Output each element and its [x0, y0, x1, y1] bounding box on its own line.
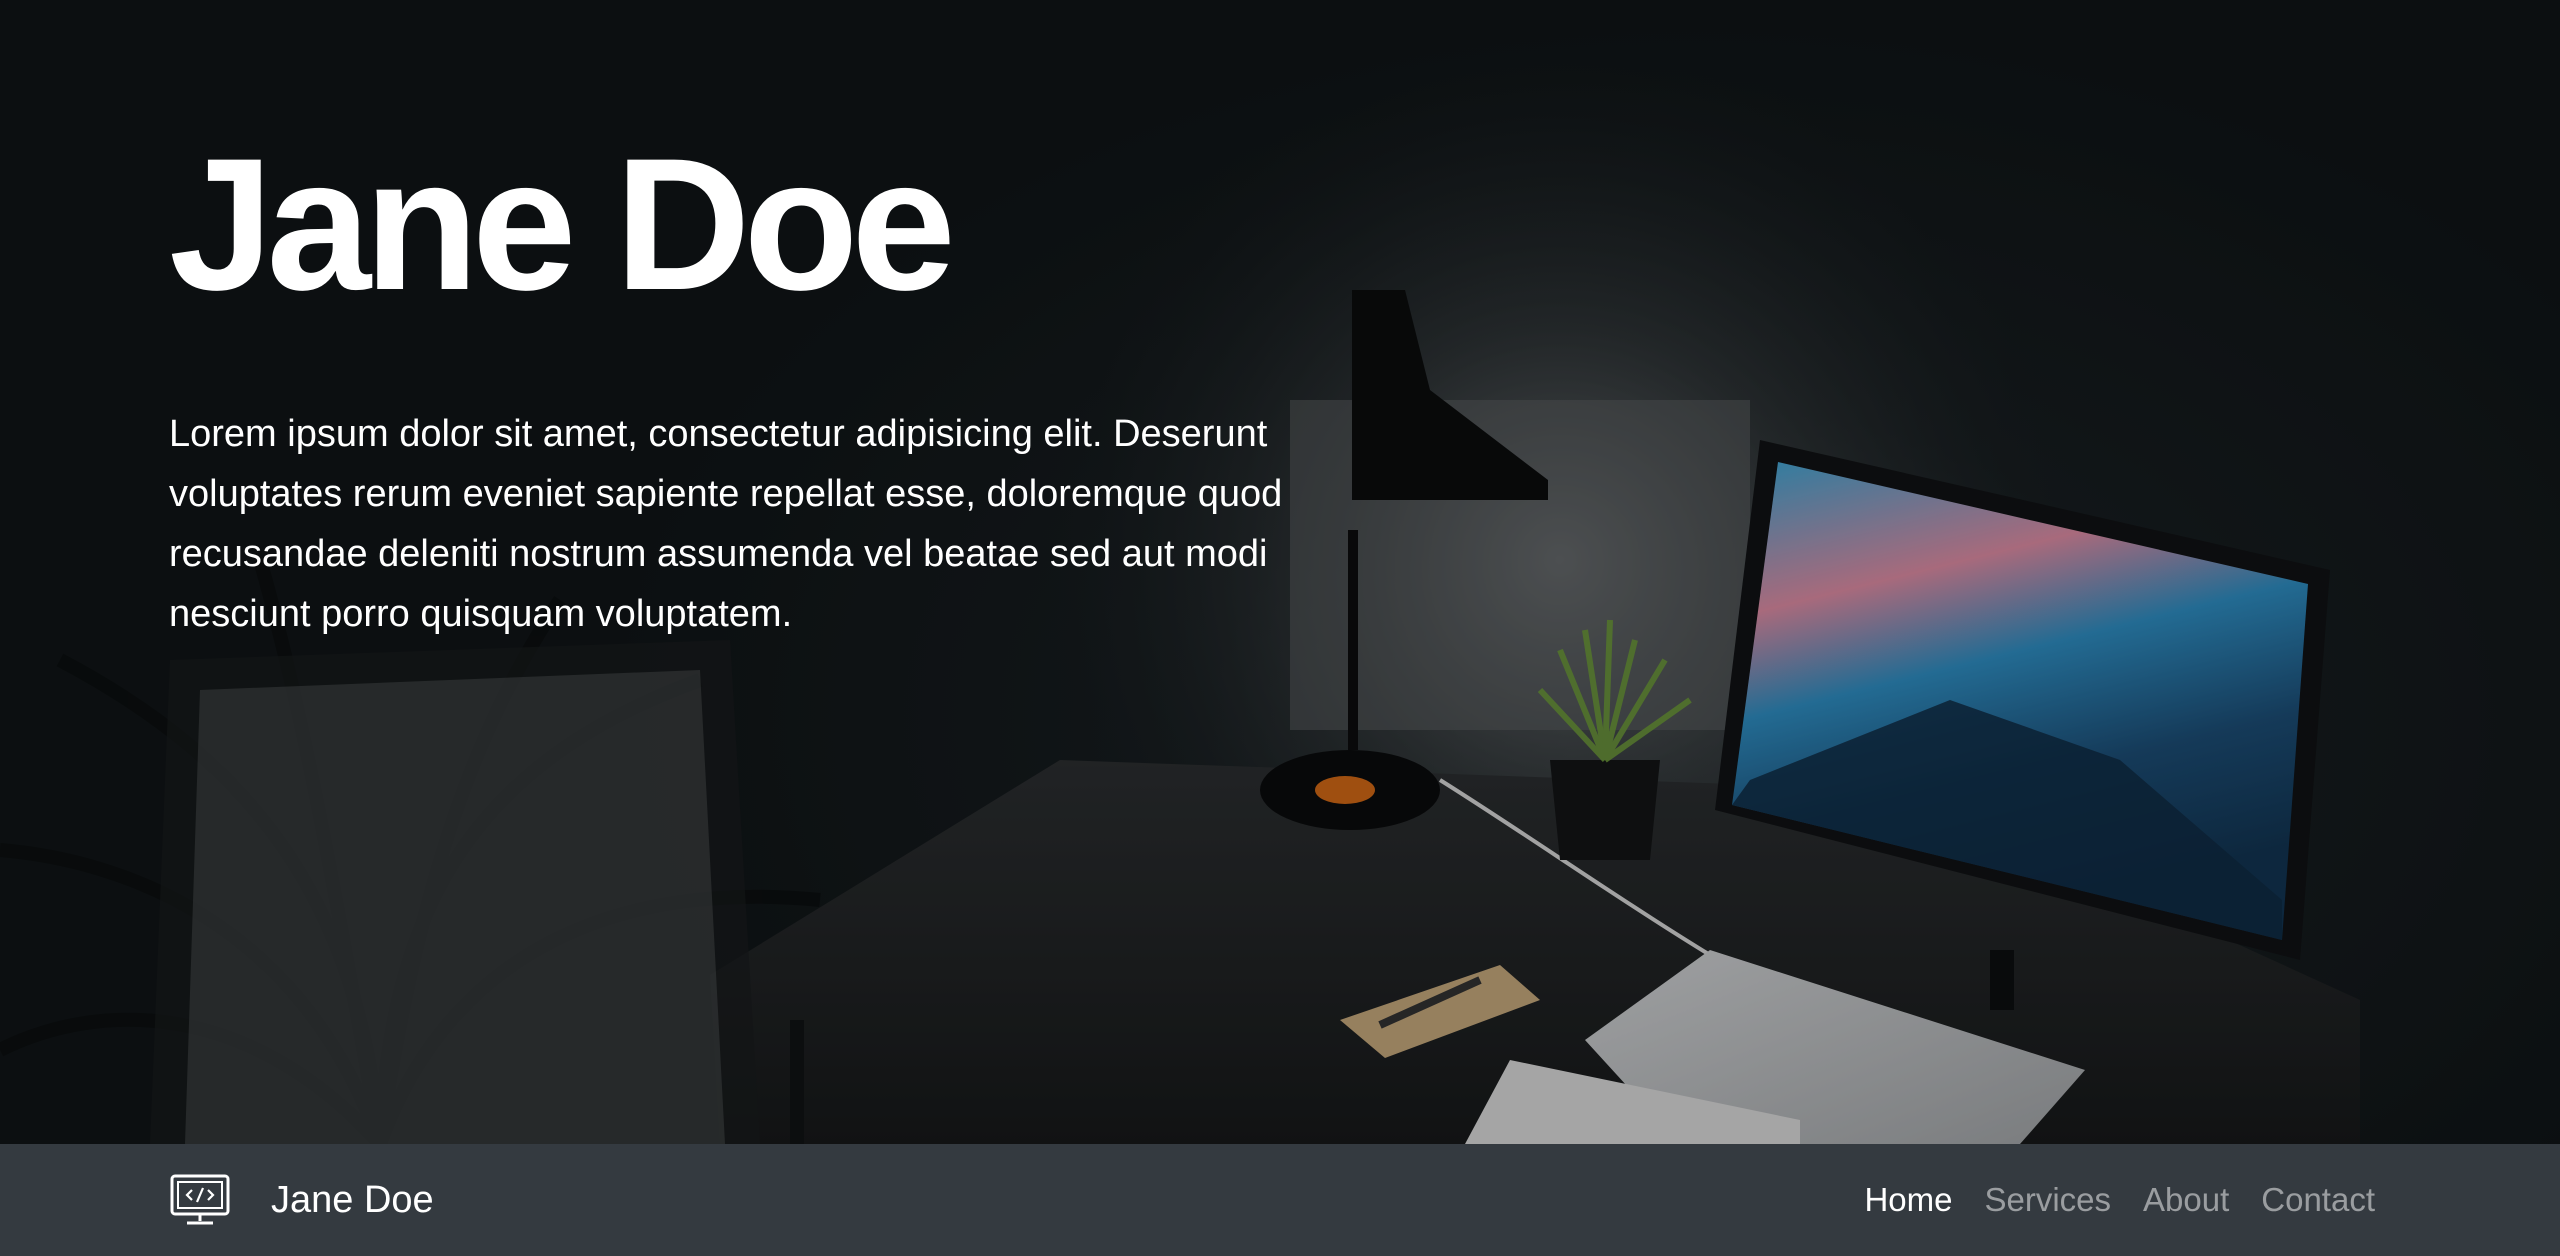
hero-section: Jane Doe Lorem ipsum dolor sit amet, con…	[0, 0, 2560, 1144]
code-monitor-icon	[169, 1173, 231, 1227]
nav-links: Home Services About Contact	[1832, 1144, 2375, 1256]
brand-name: Jane Doe	[271, 1178, 434, 1221]
nav-link-contact[interactable]: Contact	[2261, 1181, 2375, 1219]
nav-link-about[interactable]: About	[2143, 1181, 2229, 1219]
nav-link-home[interactable]: Home	[1864, 1181, 1952, 1219]
navbar-brand[interactable]: Jane Doe	[169, 1144, 434, 1256]
page: Jane Doe Lorem ipsum dolor sit amet, con…	[0, 0, 2560, 1256]
nav-link-services[interactable]: Services	[1984, 1181, 2111, 1219]
hero-title: Jane Doe	[169, 119, 956, 329]
hero-description: Lorem ipsum dolor sit amet, consectetur …	[169, 413, 1283, 635]
hero-content: Jane Doe Lorem ipsum dolor sit amet, con…	[169, 110, 1369, 644]
navbar: Jane Doe Home Services About Contact	[0, 1144, 2560, 1256]
